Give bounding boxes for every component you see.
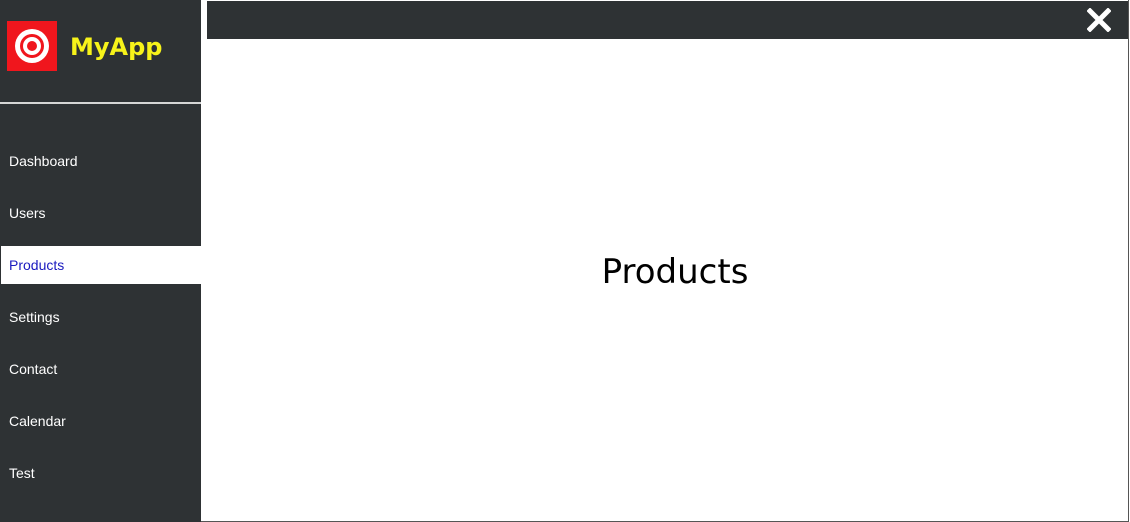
brand-header: MyApp [0, 0, 201, 104]
sidebar-item-users[interactable]: Users [0, 194, 201, 232]
main-panel: Products [201, 0, 1129, 522]
top-bar [207, 1, 1128, 39]
sidebar-item-test[interactable]: Test [0, 454, 201, 492]
sidebar: MyApp Dashboard Users Products Settings … [0, 0, 201, 522]
app-name: MyApp [70, 33, 163, 61]
sidebar-item-calendar[interactable]: Calendar [0, 402, 201, 440]
close-icon[interactable] [1086, 7, 1112, 33]
sidebar-item-contact[interactable]: Contact [0, 350, 201, 388]
sidebar-item-dashboard[interactable]: Dashboard [0, 142, 201, 180]
target-icon[interactable] [7, 21, 57, 71]
app-window: MyApp Dashboard Users Products Settings … [0, 0, 1130, 522]
sidebar-nav: Dashboard Users Products Settings Contac… [0, 142, 201, 506]
sidebar-item-products[interactable]: Products [1, 246, 201, 284]
sidebar-item-settings[interactable]: Settings [0, 298, 201, 336]
page-title: Products [601, 252, 749, 292]
